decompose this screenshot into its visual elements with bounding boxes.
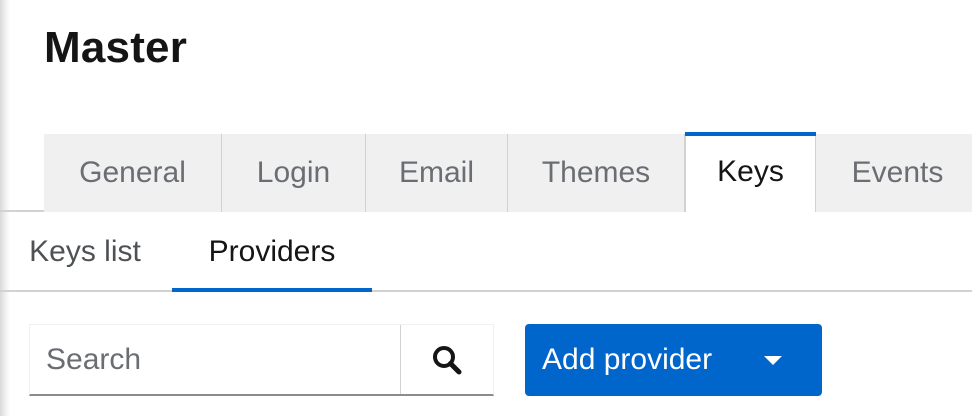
tab-login[interactable]: Login — [222, 134, 366, 212]
add-provider-label: Add provider — [542, 343, 713, 376]
page-title: Master — [44, 23, 188, 72]
tab-keys[interactable]: Keys — [685, 132, 816, 212]
sub-tab-providers[interactable]: Providers — [172, 212, 372, 292]
search-button[interactable] — [400, 325, 493, 394]
keys-sub-tabs: Keys list Providers — [0, 212, 972, 292]
search-input[interactable] — [30, 325, 400, 394]
sub-tab-keys-list[interactable]: Keys list — [12, 212, 158, 292]
page: Master General Login Email Themes Keys E… — [0, 0, 972, 416]
realm-settings-tabs: General Login Email Themes Keys Events — [0, 132, 972, 212]
caret-down-icon — [764, 355, 782, 365]
search-icon — [433, 345, 462, 374]
tab-events[interactable]: Events — [816, 134, 972, 212]
add-provider-button[interactable]: Add provider — [525, 324, 822, 396]
tab-email[interactable]: Email — [366, 134, 508, 212]
tab-general[interactable]: General — [44, 134, 222, 212]
search-group — [29, 324, 494, 396]
tab-themes[interactable]: Themes — [508, 134, 685, 212]
